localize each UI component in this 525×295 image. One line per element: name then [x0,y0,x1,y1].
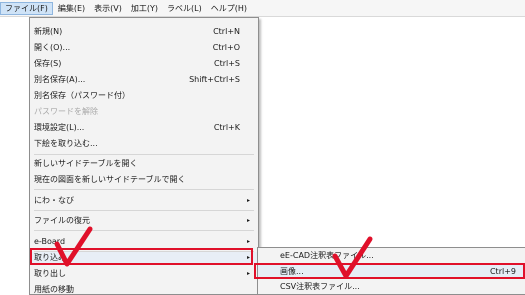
menu-item-save-as-password[interactable]: 別名保存（パスワード付） [30,90,258,102]
menu-item-label: 保存(S) [34,59,62,68]
file-menu-dropdown: 新規(N) Ctrl+N 開く(O)... Ctrl+O 保存(S) Ctrl+… [29,17,259,295]
menu-bar: ファイル(F) 編集(E) 表示(V) 加工(Y) ラベル(L) ヘルプ(H) [0,0,525,17]
menu-item-label: パスワードを解除 [34,107,98,116]
menu-item-label: 下絵を取り込む... [34,139,98,148]
menu-item-import[interactable]: 取り込み ▸ [30,252,258,264]
menu-item-label: e-Board [34,237,66,246]
menu-item-shortcut: Shift+Ctrl+S [189,75,240,84]
menu-item-new[interactable]: 新規(N) Ctrl+N [30,26,258,38]
menu-item-label: 環境設定(L)... [34,123,85,132]
menu-item-label: eE-CAD注釈表ファイル... [280,251,374,260]
menu-item-save[interactable]: 保存(S) Ctrl+S [30,58,258,70]
menu-item-label: 別名保存（パスワード付） [34,91,130,100]
submenu-item-csv[interactable]: CSV注釈表ファイル... [258,280,525,294]
menu-item-label: 開く(O)... [34,43,71,52]
menu-help[interactable]: ヘルプ(H) [207,2,251,15]
import-submenu: eE-CAD注釈表ファイル... 画像... Ctrl+9 CSV注釈表ファイル… [257,247,525,295]
menu-process[interactable]: 加工(Y) [127,2,162,15]
menu-item-import-underlay[interactable]: 下絵を取り込む... [30,138,258,150]
menu-item-label: 新しいサイドテーブルを開く [34,159,138,168]
menu-separator [34,230,254,231]
menu-item-open-current-side-table[interactable]: 現在の図面を新しいサイドテーブルで開く [30,174,258,186]
menu-item-label: 現在の図面を新しいサイドテーブルで開く [34,175,186,184]
menu-item-shortcut: Ctrl+9 [489,267,516,276]
menu-label[interactable]: ラベル(L) [163,2,206,15]
menu-item-shortcut: Ctrl+K [213,123,240,132]
menu-separator [34,210,254,211]
menu-item-label: ファイルの復元 [34,216,90,225]
menu-separator [34,154,254,155]
menu-item-label: 取り出し [34,269,66,278]
menu-item-label: にわ・なび [34,196,74,205]
menu-separator [34,189,254,190]
menu-item-label: 新規(N) [34,27,63,36]
submenu-item-ecad[interactable]: eE-CAD注釈表ファイル... [258,249,525,263]
submenu-arrow-icon: ▸ [246,254,250,261]
menu-item-niwa-navi[interactable]: にわ・なび ▸ [30,195,258,207]
menu-item-remove-password: パスワードを解除 [30,106,258,118]
menu-edit[interactable]: 編集(E) [54,2,89,15]
menu-item-save-as[interactable]: 別名保存(A)... Shift+Ctrl+S [30,74,258,86]
menu-item-shortcut: Ctrl+N [213,27,240,36]
menu-item-label: CSV注釈表ファイル... [280,282,360,291]
menu-item-label: 画像... [280,267,304,276]
menu-item-export[interactable]: 取り出し ▸ [30,268,258,280]
menu-item-open-side-table[interactable]: 新しいサイドテーブルを開く [30,158,258,170]
menu-item-label: 用紙の移動 [34,285,74,294]
menu-item-environment[interactable]: 環境設定(L)... Ctrl+K [30,122,258,134]
submenu-arrow-icon: ▸ [246,270,250,277]
menu-view[interactable]: 表示(V) [90,2,126,15]
menu-item-paper-move[interactable]: 用紙の移動 [30,284,258,294]
submenu-arrow-icon: ▸ [246,217,250,224]
menu-item-open[interactable]: 開く(O)... Ctrl+O [30,42,258,54]
menu-item-shortcut: Ctrl+O [212,43,240,52]
menu-item-file-restore[interactable]: ファイルの復元 ▸ [30,215,258,227]
submenu-arrow-icon: ▸ [246,197,250,204]
menu-item-label: 取り込み [34,253,66,262]
menu-item-label: 別名保存(A)... [34,75,86,84]
submenu-arrow-icon: ▸ [246,238,250,245]
menu-item-e-board[interactable]: e-Board ▸ [30,236,258,248]
menu-file[interactable]: ファイル(F) [0,1,53,15]
submenu-item-image[interactable]: 画像... Ctrl+9 [258,265,525,279]
menu-item-shortcut: Ctrl+S [213,59,240,68]
